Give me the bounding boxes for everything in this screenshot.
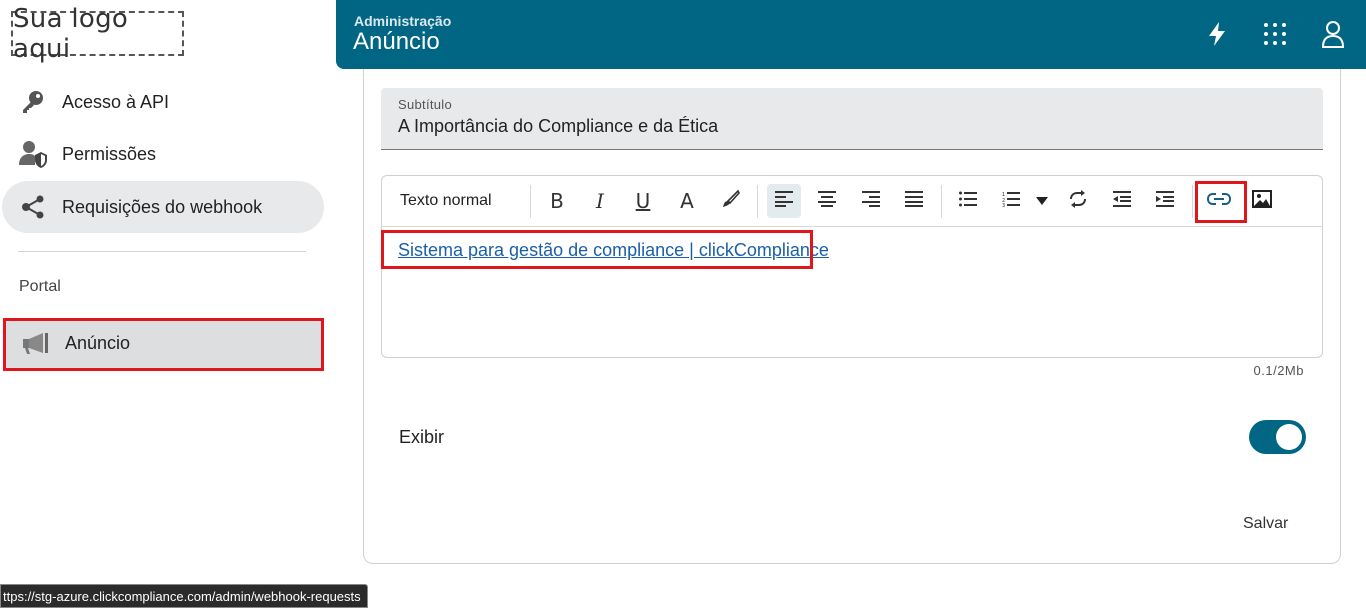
align-right-button[interactable] [854, 184, 888, 218]
bold-button[interactable]: B [540, 184, 574, 218]
announcement-form-card: Subtítulo A Importância do Compliance e … [363, 69, 1341, 564]
brush-icon [720, 189, 740, 214]
editor-link[interactable]: Sistema para gestão de compliance | clic… [398, 240, 829, 260]
sidebar-item-api-access[interactable]: Acesso à API [2, 76, 324, 128]
exibir-toggle[interactable] [1249, 420, 1306, 454]
rich-text-editor: Texto normal B I U A 1 2 3 Sistema para … [381, 175, 1323, 358]
numbered-list-icon: 123 [1002, 191, 1020, 212]
subtitle-input[interactable]: A Importância do Compliance e da Ética [398, 116, 718, 137]
sidebar-item-announcement[interactable]: Anúncio [5, 318, 322, 368]
editor-content[interactable]: Sistema para gestão de compliance | clic… [398, 240, 829, 261]
subtitle-field[interactable]: Subtítulo A Importância do Compliance e … [381, 88, 1323, 150]
highlight-button[interactable] [713, 184, 747, 218]
align-justify-button[interactable] [897, 184, 931, 218]
header-actions [1202, 18, 1348, 50]
user-icon[interactable] [1318, 18, 1348, 50]
sidebar-section-portal: Portal [19, 278, 61, 295]
italic-button[interactable]: I [583, 184, 617, 218]
sidebar-item-label: Anúncio [65, 332, 131, 353]
key-icon [18, 87, 48, 117]
repeat-icon [1068, 189, 1088, 213]
indent-button[interactable] [1148, 184, 1182, 218]
numbered-list-dropdown[interactable] [1027, 184, 1057, 218]
sidebar-item-label: Acesso à API [62, 91, 170, 112]
image-button[interactable] [1245, 184, 1279, 218]
link-button[interactable] [1202, 184, 1236, 218]
svg-text:3: 3 [1002, 203, 1005, 207]
top-header: Administração Anúncio [336, 0, 1366, 69]
lightning-icon[interactable] [1202, 18, 1232, 50]
apps-grid-icon[interactable] [1260, 18, 1290, 50]
sidebar-item-label: Permissões [62, 143, 157, 164]
image-icon [1252, 189, 1272, 213]
font-color-button[interactable]: A [670, 184, 704, 218]
align-center-icon [818, 190, 836, 212]
indent-icon [1156, 190, 1174, 212]
link-icon [1206, 192, 1232, 211]
align-right-icon [862, 190, 880, 212]
user-shield-icon [18, 139, 48, 169]
app-root: Sua logo aqui Acesso à API Permissões Re… [0, 0, 1366, 609]
breadcrumb[interactable]: Administração [354, 13, 451, 29]
exibir-label: Exibir [399, 427, 445, 447]
sidebar-item-label: Requisições do webhook [62, 196, 263, 217]
underline-button[interactable]: U [626, 184, 660, 218]
toolbar-divider [757, 185, 758, 218]
align-left-icon [775, 190, 793, 212]
toolbar-divider [530, 185, 531, 218]
align-center-button[interactable] [810, 184, 844, 218]
bullet-list-button[interactable] [951, 184, 985, 218]
share-nodes-icon [18, 192, 48, 222]
toolbar-divider [1192, 185, 1193, 218]
numbered-list-button[interactable]: 123 [994, 184, 1028, 218]
toolbar-divider [941, 185, 942, 218]
caret-down-icon [1036, 192, 1048, 210]
align-left-button[interactable] [767, 184, 801, 218]
editor-toolbar: Texto normal B I U A 1 2 3 [382, 176, 1322, 227]
save-button[interactable]: Salvar [1239, 513, 1292, 535]
toggle-knob [1276, 424, 1302, 450]
size-info: 0.1/2Mb [1253, 363, 1304, 378]
logo-placeholder[interactable]: Sua logo aqui [11, 4, 184, 64]
megaphone-icon [21, 328, 51, 358]
outdent-icon [1113, 190, 1131, 212]
sidebar-divider [18, 251, 306, 252]
text-style-select[interactable]: Texto normal [400, 192, 492, 210]
redo-button[interactable] [1061, 184, 1095, 218]
sidebar-item-webhook-requests[interactable]: Requisições do webhook [2, 181, 324, 233]
sidebar-item-permissions[interactable]: Permissões [2, 128, 324, 180]
subtitle-label: Subtítulo [398, 97, 453, 112]
page-title: Anúncio [353, 28, 440, 55]
outdent-button[interactable] [1105, 184, 1139, 218]
sidebar: Sua logo aqui Acesso à API Permissões Re… [0, 0, 336, 609]
bullet-list-icon [959, 191, 977, 212]
status-bar-url: ttps://stg-azure.clickcompliance.com/adm… [0, 584, 368, 608]
align-justify-icon [905, 190, 923, 212]
